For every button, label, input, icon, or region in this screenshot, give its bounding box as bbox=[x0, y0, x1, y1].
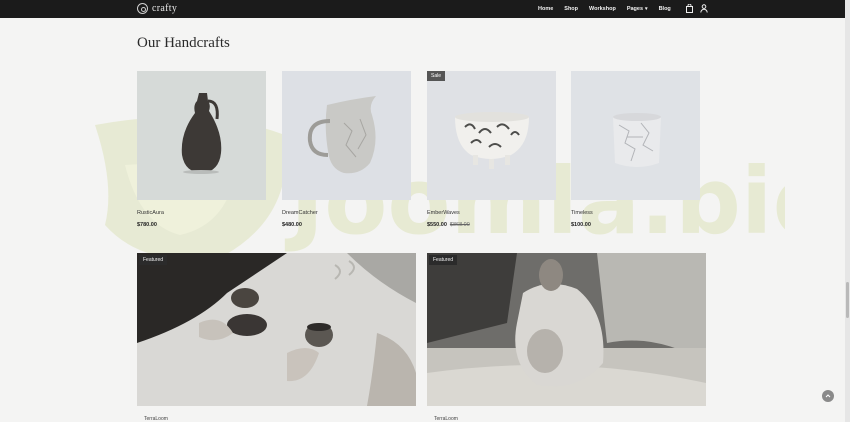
product-price: $480.00 bbox=[282, 222, 411, 228]
nav-shop[interactable]: Shop bbox=[564, 6, 578, 12]
current-price: $100.00 bbox=[571, 222, 591, 228]
product-name[interactable]: RusticAura bbox=[137, 210, 266, 216]
featured-card[interactable]: Featured bbox=[137, 253, 416, 406]
featured-title[interactable]: TerraLoom bbox=[144, 416, 168, 422]
featured-badge: Featured bbox=[139, 255, 168, 265]
featured-image bbox=[427, 253, 706, 406]
bowl-image bbox=[455, 112, 529, 169]
sale-badge: Sale bbox=[427, 71, 446, 81]
user-icon[interactable] bbox=[700, 4, 708, 13]
chevron-down-icon: ▾ bbox=[645, 6, 648, 12]
jug-image bbox=[181, 93, 222, 174]
product-image[interactable] bbox=[571, 71, 700, 200]
nav-pages[interactable]: Pages ▾ bbox=[627, 6, 648, 12]
product-name[interactable]: DreamCatcher bbox=[282, 210, 411, 216]
page-title: Our Handcrafts bbox=[137, 35, 230, 51]
nav-pages-label: Pages bbox=[626, 6, 644, 12]
product-image[interactable]: Sale bbox=[427, 71, 556, 200]
featured-card[interactable]: Featured bbox=[427, 253, 706, 406]
featured-badge: Featured bbox=[429, 255, 458, 265]
logo[interactable]: crafty bbox=[137, 3, 177, 14]
old-price: $868.00 bbox=[449, 222, 470, 228]
nav-workshop[interactable]: Workshop bbox=[589, 6, 616, 12]
cup-image bbox=[613, 113, 661, 167]
product-name[interactable]: Timeless bbox=[571, 210, 700, 216]
logo-text: crafty bbox=[152, 3, 178, 14]
current-price: $780.00 bbox=[137, 222, 157, 228]
main-nav: Home Shop Workshop Pages ▾ Blog bbox=[538, 0, 682, 18]
current-price: $550.00 bbox=[427, 222, 447, 228]
product-card[interactable]: Timeless $100.00 bbox=[571, 71, 700, 228]
product-image[interactable] bbox=[137, 71, 266, 200]
page-scrollbar[interactable] bbox=[845, 0, 850, 422]
featured-title[interactable]: TerraLoom bbox=[434, 416, 458, 422]
scrollbar-thumb[interactable] bbox=[846, 282, 849, 318]
featured-image bbox=[137, 253, 416, 406]
pitcher-image bbox=[307, 96, 376, 174]
back-to-top-button[interactable] bbox=[822, 390, 834, 402]
product-image[interactable] bbox=[282, 71, 411, 200]
chevron-up-icon bbox=[825, 394, 831, 398]
product-name[interactable]: EmberWaves bbox=[427, 210, 556, 216]
current-price: $480.00 bbox=[282, 222, 302, 228]
nav-blog[interactable]: Blog bbox=[659, 6, 671, 12]
nav-home[interactable]: Home bbox=[538, 6, 553, 12]
top-navbar: crafty Home Shop Workshop Pages ▾ Blog bbox=[0, 0, 845, 18]
product-card[interactable]: DreamCatcher $480.00 bbox=[282, 71, 411, 228]
logo-icon bbox=[137, 3, 148, 14]
product-price: $780.00 bbox=[137, 222, 266, 228]
bag-icon[interactable] bbox=[686, 4, 693, 13]
product-price: $550.00 $868.00 bbox=[427, 222, 556, 228]
product-card[interactable]: Sale EmberWaves $550.00 $868.00 bbox=[427, 71, 556, 228]
product-price: $100.00 bbox=[571, 222, 700, 228]
product-card[interactable]: RusticAura $780.00 bbox=[137, 71, 266, 228]
